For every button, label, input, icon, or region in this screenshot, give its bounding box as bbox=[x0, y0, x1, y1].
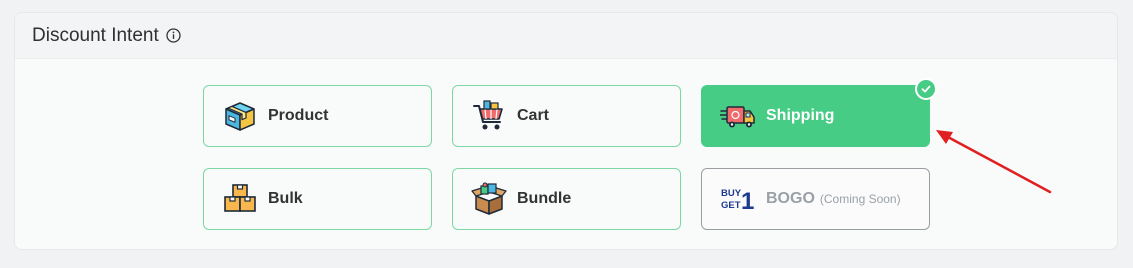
buy-get-one-icon: BUY GET 1 bbox=[720, 181, 756, 217]
svg-text:GET: GET bbox=[721, 200, 741, 211]
option-label: Bulk bbox=[268, 190, 303, 207]
shopping-cart-icon bbox=[471, 98, 507, 134]
selected-check-icon bbox=[915, 78, 937, 100]
section-title: Discount Intent bbox=[32, 24, 159, 46]
panel-header: Discount Intent bbox=[15, 13, 1117, 59]
option-label: Cart bbox=[517, 107, 550, 124]
option-card-shipping[interactable]: Shipping bbox=[701, 78, 937, 147]
option-label: BOGO bbox=[766, 190, 815, 207]
option-card-bogo: BUY GET 1 BOGO (Coming Soon) bbox=[701, 168, 930, 230]
option-card-bundle[interactable]: Bundle bbox=[452, 168, 681, 230]
option-card-bulk[interactable]: Bulk bbox=[203, 168, 432, 230]
gift-bundle-box-icon bbox=[471, 181, 507, 217]
info-circle-icon[interactable] bbox=[166, 28, 181, 43]
option-label: Shipping bbox=[766, 107, 835, 124]
coming-soon-note: (Coming Soon) bbox=[819, 192, 901, 206]
product-box-icon bbox=[222, 98, 258, 134]
svg-text:BUY: BUY bbox=[721, 188, 742, 199]
stacked-boxes-icon bbox=[222, 181, 258, 217]
option-label: Bundle bbox=[517, 190, 572, 207]
svg-text:1: 1 bbox=[741, 188, 754, 215]
option-card-cart[interactable]: Cart bbox=[452, 85, 681, 147]
delivery-truck-icon bbox=[719, 98, 756, 134]
option-card-product[interactable]: Product bbox=[203, 85, 432, 147]
option-label: Product bbox=[268, 107, 329, 124]
